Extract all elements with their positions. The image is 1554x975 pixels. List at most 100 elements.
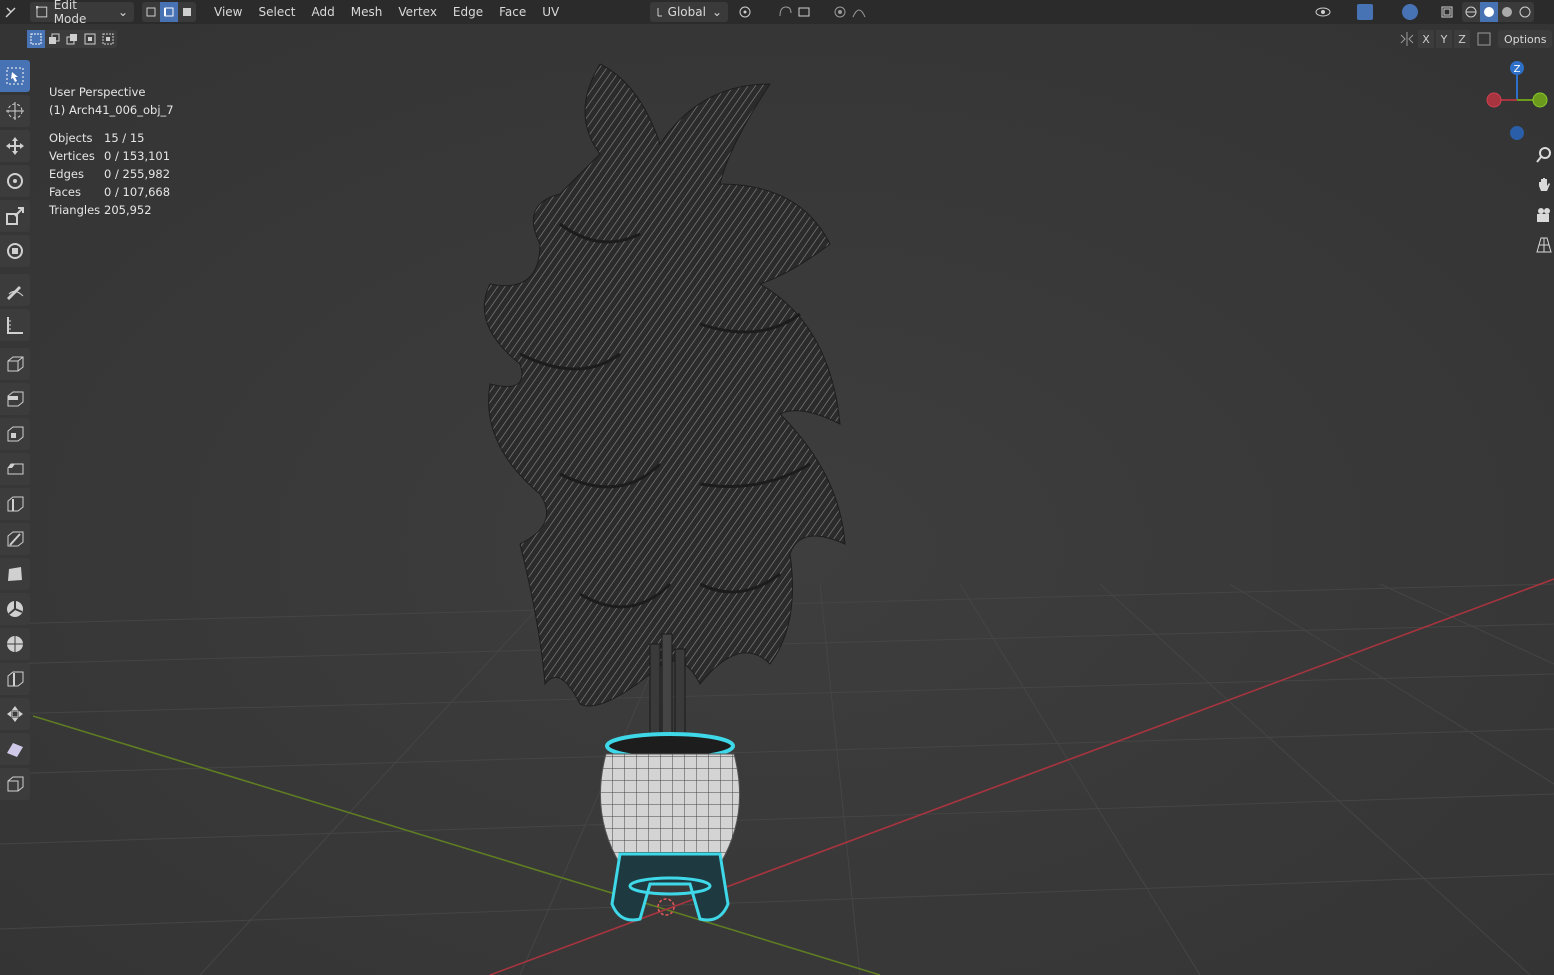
active-object-label: (1) Arch41_006_obj_7 [49, 103, 174, 117]
vertex-select-button[interactable] [142, 2, 160, 22]
viewport-info-overlay: User Perspective (1) Arch41_006_obj_7 Ob… [49, 83, 174, 219]
camera-view-button[interactable] [1533, 204, 1554, 226]
tool-select-box[interactable] [0, 60, 30, 92]
tool-transform[interactable] [0, 235, 30, 267]
gizmo-neg-z-axis[interactable] [1510, 126, 1524, 140]
tool-move[interactable] [0, 130, 30, 162]
mode-label: Edit Mode [53, 0, 87, 26]
menu-edge[interactable]: Edge [445, 2, 491, 22]
select-box-modes [27, 30, 117, 48]
edge-select-button[interactable] [160, 2, 178, 22]
snap-button[interactable] [772, 2, 822, 22]
menu-view[interactable]: View [206, 2, 250, 22]
tool-rotate[interactable] [0, 165, 30, 197]
stat-row-triangles: Triangles 205,952 [49, 201, 174, 219]
tool-shear[interactable] [0, 733, 30, 765]
orientation-dropdown[interactable]: Global ⌄ [650, 2, 728, 22]
mirror-x-toggle[interactable]: X [1418, 30, 1434, 48]
select-intersect-icon [102, 33, 114, 45]
menu-add[interactable]: Add [304, 2, 343, 22]
poly-build-icon [8, 567, 22, 581]
3d-viewport[interactable]: User Perspective (1) Arch41_006_obj_7 Ob… [0, 24, 1554, 975]
tool-add-cube[interactable] [0, 348, 30, 380]
stat-label: Edges [49, 167, 84, 181]
tool-poly-build[interactable] [0, 558, 30, 590]
overlays-toggle-button[interactable] [1392, 2, 1428, 22]
xray-toggle-button[interactable] [1437, 2, 1457, 22]
viewport-scene [0, 24, 1554, 975]
pan-button[interactable] [1533, 174, 1554, 196]
wireframe-shading-button[interactable] [1462, 2, 1480, 22]
select-extend-button[interactable] [45, 30, 63, 48]
select-invert-button[interactable] [81, 30, 99, 48]
knife-icon [7, 531, 24, 547]
auto-merge-icon[interactable] [1472, 31, 1496, 47]
mirror-icon [1400, 32, 1414, 46]
edge-select-icon [164, 7, 174, 17]
tool-extrude[interactable] [0, 383, 30, 415]
menu-select[interactable]: Select [250, 2, 303, 22]
tool-cursor[interactable] [0, 95, 30, 127]
zoom-icon [1536, 147, 1551, 163]
bevel-icon [7, 463, 24, 475]
select-intersect-button[interactable] [99, 30, 117, 48]
zoom-button[interactable] [1533, 144, 1554, 166]
select-extend-icon [49, 33, 60, 44]
menu-uv[interactable]: UV [534, 2, 567, 22]
annotate-icon [7, 286, 24, 300]
viewport-header: Edit Mode ⌄ View Select Add Mesh Vertex … [0, 0, 1554, 26]
tool-spin[interactable] [0, 593, 30, 625]
tool-bevel[interactable] [0, 453, 30, 485]
editor-type-button[interactable] [0, 2, 22, 22]
gizmo-y-axis[interactable] [1532, 92, 1548, 108]
tool-smooth[interactable] [0, 628, 30, 660]
tool-shrink-fatten[interactable] [0, 698, 30, 730]
perspective-toggle-button[interactable] [1533, 234, 1554, 256]
gizmo-toggle-button[interactable] [1347, 2, 1383, 22]
mirror-z-toggle[interactable]: Z [1454, 30, 1470, 48]
face-select-icon [183, 8, 191, 16]
mode-dropdown[interactable]: Edit Mode ⌄ [30, 0, 134, 26]
tool-measure[interactable] [0, 309, 30, 341]
navigation-gizmo[interactable]: Z [1482, 58, 1554, 148]
stat-value: 0 / 153,101 [104, 149, 171, 163]
spin-icon [7, 601, 23, 617]
visibility-button[interactable] [1312, 2, 1342, 22]
select-new-button[interactable] [27, 30, 45, 48]
tool-knife[interactable] [0, 523, 30, 555]
tool-rip-region[interactable] [0, 768, 30, 800]
solid-shading-button[interactable] [1480, 2, 1498, 22]
shading-mode-toggle [1462, 2, 1534, 22]
select-invert-icon [84, 33, 96, 45]
vertex-select-icon [146, 7, 156, 17]
gizmo-x-axis[interactable] [1486, 92, 1502, 108]
mirror-y-toggle[interactable]: Y [1436, 30, 1452, 48]
pivot-point-button[interactable] [735, 2, 761, 22]
rendered-shading-button[interactable] [1516, 2, 1534, 22]
tool-shelf [0, 60, 30, 803]
options-button[interactable]: Options [1498, 30, 1553, 48]
stat-row-vertices: Vertices 0 / 153,101 [49, 147, 174, 165]
tool-loop-cut[interactable] [0, 488, 30, 520]
select-mode-toggle [142, 2, 196, 22]
tool-scale[interactable] [0, 200, 30, 232]
tool-inset[interactable] [0, 418, 30, 450]
menu-mesh[interactable]: Mesh [343, 2, 391, 22]
wireframe-icon [1465, 6, 1477, 18]
cursor-select-icon [6, 67, 24, 85]
3d-cursor-icon [6, 102, 24, 120]
rotate-icon [7, 173, 23, 189]
header-menus: View Select Add Mesh Vertex Edge Face UV [206, 2, 567, 22]
transform-icon [7, 243, 23, 259]
menu-vertex[interactable]: Vertex [390, 2, 445, 22]
select-subtract-button[interactable] [63, 30, 81, 48]
viewport-nav-buttons [1533, 144, 1554, 256]
menu-face[interactable]: Face [491, 2, 534, 22]
measure-icon [7, 317, 23, 334]
material-shading-button[interactable] [1498, 2, 1516, 22]
proportional-editing-button[interactable] [828, 2, 878, 22]
face-select-button[interactable] [178, 2, 196, 22]
tool-edge-slide[interactable] [0, 663, 30, 695]
tool-annotate[interactable] [0, 274, 30, 306]
perspective-label: User Perspective [49, 85, 146, 99]
